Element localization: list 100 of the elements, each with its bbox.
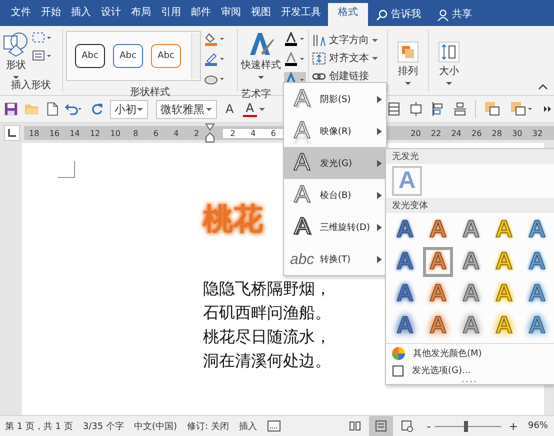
text-command-button[interactable]: 对齐文本	[312, 51, 384, 65]
ruler-number: 2	[192, 128, 200, 138]
menu-item[interactable]: A 发光(G)	[284, 147, 386, 179]
person-icon	[437, 8, 449, 20]
menu-item[interactable]: A 三维旋转(D)	[284, 211, 386, 243]
language-indicator[interactable]: 中文(中国)	[134, 420, 178, 432]
caret-icon	[372, 56, 378, 60]
shape-fill-icon[interactable]	[204, 32, 226, 46]
shape-style-preset[interactable]: Abc	[113, 44, 143, 68]
ruler-number: 10	[109, 128, 122, 138]
tell-me-button[interactable]: 告诉我	[376, 3, 421, 26]
ruler-number: 6	[152, 128, 160, 138]
checkbox-icon	[392, 364, 404, 376]
bring-forward-icon[interactable]	[484, 101, 502, 117]
ribbon-tab[interactable]: 设计	[96, 3, 126, 26]
tab-selector-icon[interactable]	[4, 125, 20, 141]
ribbon-tab[interactable]: 文件	[6, 3, 36, 26]
ruler-number: 24	[450, 128, 462, 138]
glow-options-item[interactable]: 发光选项(G)...	[386, 362, 554, 379]
group-label: 插入形状	[10, 79, 52, 92]
send-backward-icon[interactable]	[510, 101, 534, 117]
size-button[interactable]: 大小	[432, 29, 466, 85]
ribbon-tab[interactable]: 格式	[328, 3, 368, 26]
ribbon-tab[interactable]: 插入	[66, 3, 96, 26]
ribbon-tab[interactable]: 邮件	[186, 3, 216, 26]
redo-icon[interactable]	[90, 101, 104, 117]
text-outline-icon[interactable]	[284, 52, 306, 66]
shapes-button[interactable]: 形状	[3, 29, 29, 79]
submenu-arrow-icon	[377, 224, 382, 230]
poem-line: 隐隐飞桥隔野烟，	[203, 278, 331, 300]
shape-outline-icon[interactable]	[204, 52, 226, 66]
paintbrush-icon	[247, 31, 275, 57]
ruler-number: 2	[229, 128, 236, 138]
more-glow-colors-item[interactable]: 其他发光颜色(M)	[386, 345, 554, 362]
zoom-in-button[interactable]: +	[508, 420, 518, 432]
ribbon-tab[interactable]: 开始	[36, 3, 66, 26]
glow-variant[interactable]: A	[390, 215, 420, 245]
section-header: 无发光	[386, 149, 554, 164]
align-bottom-icon[interactable]	[452, 101, 467, 117]
menu-item[interactable]: A 阴影(S)	[284, 83, 386, 115]
zoom-slider-thumb[interactable]	[464, 420, 468, 432]
track-changes-status[interactable]: 修订: 关闭	[187, 420, 229, 432]
caret-icon	[446, 82, 452, 85]
wordart-heading: 桃花	[203, 201, 263, 239]
text-box-icon[interactable]	[32, 50, 52, 62]
arrange-button[interactable]: 排列	[391, 29, 425, 85]
zoom-level[interactable]: 96%	[528, 421, 548, 431]
quick-styles-button[interactable]: 快速样式	[241, 29, 281, 88]
print-layout-button[interactable]	[368, 416, 393, 436]
macro-icon[interactable]	[266, 420, 281, 432]
word-count[interactable]: 3/35 个字	[82, 420, 124, 432]
font-name-dropdown[interactable]: 微软雅黑	[156, 100, 217, 118]
ribbon-tab[interactable]: 视图	[246, 3, 276, 26]
align-left-icon[interactable]	[430, 101, 445, 117]
ribbon-tab[interactable]: 审阅	[216, 3, 246, 26]
glow-variant[interactable]: A	[390, 247, 420, 277]
resize-grip-icon[interactable]	[462, 380, 478, 383]
ribbon-tab[interactable]: 引用	[156, 3, 186, 26]
edit-points-icon[interactable]	[32, 32, 52, 44]
align-center-icon[interactable]	[408, 101, 423, 117]
table-icon[interactable]	[386, 101, 401, 117]
text-command-button[interactable]: 创建链接	[312, 69, 384, 83]
caret-icon	[258, 108, 265, 110]
ribbon-tab[interactable]: 开发工具	[276, 3, 326, 26]
text-command-button[interactable]: 文字方向	[312, 33, 384, 47]
arrange-icon	[397, 41, 419, 63]
page-count[interactable]: 第 1 页，共 1 页	[5, 420, 73, 432]
text-direction-icon	[312, 34, 326, 46]
font-size-dropdown[interactable]: 小初	[110, 100, 148, 118]
shape-style-preset[interactable]: Abc	[75, 44, 105, 68]
glow-variant[interactable]: A	[390, 279, 420, 309]
poem-line: 石矶西畔问渔船。	[203, 302, 331, 324]
indent-marker-icon[interactable]	[204, 123, 215, 143]
glow-variant[interactable]: A	[390, 311, 420, 341]
collapse-ribbon-icon[interactable]	[538, 83, 548, 91]
undo-icon[interactable]	[64, 101, 84, 117]
menu-item[interactable]: A 映像(R)	[284, 115, 386, 147]
new-document-icon[interactable]	[46, 101, 58, 117]
caret-icon	[13, 76, 19, 79]
insert-mode-status[interactable]: 插入	[238, 420, 257, 432]
menu-item[interactable]: A 棱台(B)	[284, 179, 386, 211]
zoom-out-button[interactable]: -	[426, 420, 431, 432]
share-button[interactable]: 共享	[437, 3, 472, 26]
page-icon	[374, 420, 387, 432]
menu-item[interactable]: abc 转换(T)	[284, 243, 386, 275]
ruler-number: 20	[410, 128, 422, 138]
font-button[interactable]: A	[222, 102, 237, 116]
save-icon[interactable]	[4, 101, 18, 117]
gallery-scrollbar[interactable]	[191, 33, 200, 79]
submenu-arrow-icon	[377, 128, 382, 134]
font-button[interactable]: A	[242, 102, 257, 116]
color-wheel-icon	[392, 347, 405, 360]
book-icon	[348, 420, 361, 432]
text-fill-icon[interactable]	[284, 32, 306, 46]
ruler-number: 18	[28, 128, 40, 138]
ruler-number: 8	[132, 128, 140, 138]
ruler-number: 28	[490, 128, 503, 138]
margin-corner-mark	[58, 161, 75, 178]
shape-style-preset[interactable]: Abc	[151, 44, 181, 68]
ribbon-tab[interactable]: 布局	[126, 3, 156, 26]
